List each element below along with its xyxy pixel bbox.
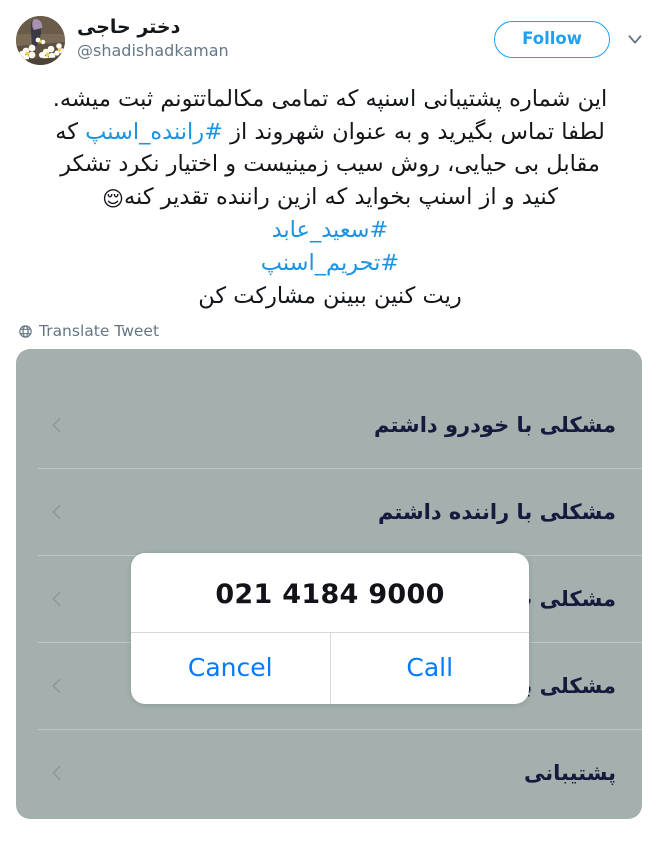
header-actions: Follow: [494, 16, 646, 58]
cancel-button[interactable]: Cancel: [131, 633, 330, 704]
tweet-text-segment: مقابل بی حیایی، روش سیب زمینیست و اختیار…: [60, 151, 600, 178]
tweet-text-segment: این شماره پشتیبانی اسنپه که تمامی مکالما…: [52, 86, 608, 112]
chevron-left-icon: [52, 765, 61, 780]
translate-tweet-label: Translate Tweet: [39, 322, 160, 341]
tweet-text: این شماره پشتیبانی اسنپه که تمامی مکالما…: [0, 72, 660, 312]
avatar[interactable]: [16, 16, 65, 65]
tweet-text-line: مقابل بی حیایی، روش سیب زمینیست و اختیار…: [18, 148, 642, 181]
hashtag-link[interactable]: #تحریم_اسنپ: [261, 250, 400, 276]
tweet-text-line: #سعید_عابد: [18, 214, 642, 247]
user-handle[interactable]: @shadishadkaman: [77, 41, 229, 60]
tweet-text-line: لطفا تماس بگیرید و به عنوان شهروند از #ر…: [18, 116, 642, 149]
support-option-row[interactable]: پشتیبانی: [16, 729, 642, 816]
hashtag-link[interactable]: #سعید_عابد: [272, 217, 389, 243]
hashtag-link[interactable]: #راننده_اسنپ: [85, 119, 223, 145]
chevron-left-icon: [52, 591, 61, 606]
user-name-block: دختر حاجی @shadishadkaman: [77, 16, 229, 60]
tweet-text-segment: کنید و از اسنپ بخواید که ازین راننده تقد…: [123, 183, 558, 210]
tweet-header: دختر حاجی @shadishadkaman Follow: [0, 0, 660, 72]
display-name[interactable]: دختر حاجی: [77, 16, 229, 39]
tweet-text-line: #تحریم_اسنپ: [18, 247, 642, 280]
phone-number: 021 4184 9000: [215, 579, 445, 610]
avatar-flowers-icon: [16, 16, 65, 65]
chevron-down-icon[interactable]: [624, 28, 646, 50]
tweet-text-line: این شماره پشتیبانی اسنپه که تمامی مکالما…: [18, 83, 642, 116]
chevron-left-icon: [52, 504, 61, 519]
support-option-row[interactable]: مشکلی با خودرو داشتم: [16, 381, 642, 468]
globe-icon: [19, 324, 32, 338]
chevron-left-icon: [52, 417, 61, 432]
tweet-text-segment: که: [55, 118, 86, 145]
tweet-text-segment: ریت کنین ببینن مشارکت کن: [198, 282, 462, 309]
support-option-label: پشتیبانی: [524, 760, 616, 785]
call-button[interactable]: Call: [329, 633, 530, 704]
follow-button[interactable]: Follow: [494, 21, 610, 58]
tweet-text-segment: لطفا تماس بگیرید و به عنوان شهروند از: [222, 118, 605, 145]
tweet-text-line: ریت کنین ببینن مشارکت کن: [18, 280, 642, 313]
support-option-row[interactable]: مشکلی با راننده داشتم: [16, 468, 642, 555]
call-dialog-actions: Cancel Call: [131, 632, 529, 704]
translate-tweet-link[interactable]: Translate Tweet: [0, 312, 159, 349]
chevron-left-icon: [52, 678, 61, 693]
tweet-text-line: کنید و از اسنپ بخواید که ازین راننده تقد…: [18, 181, 642, 214]
relieved-face-emoji: 😌: [102, 186, 124, 211]
support-option-label: مشکلی با خودرو داشتم: [374, 412, 616, 437]
call-dialog: 021 4184 9000 Cancel Call: [131, 553, 529, 704]
support-option-label: مشکلی با راننده داشتم: [377, 499, 616, 524]
